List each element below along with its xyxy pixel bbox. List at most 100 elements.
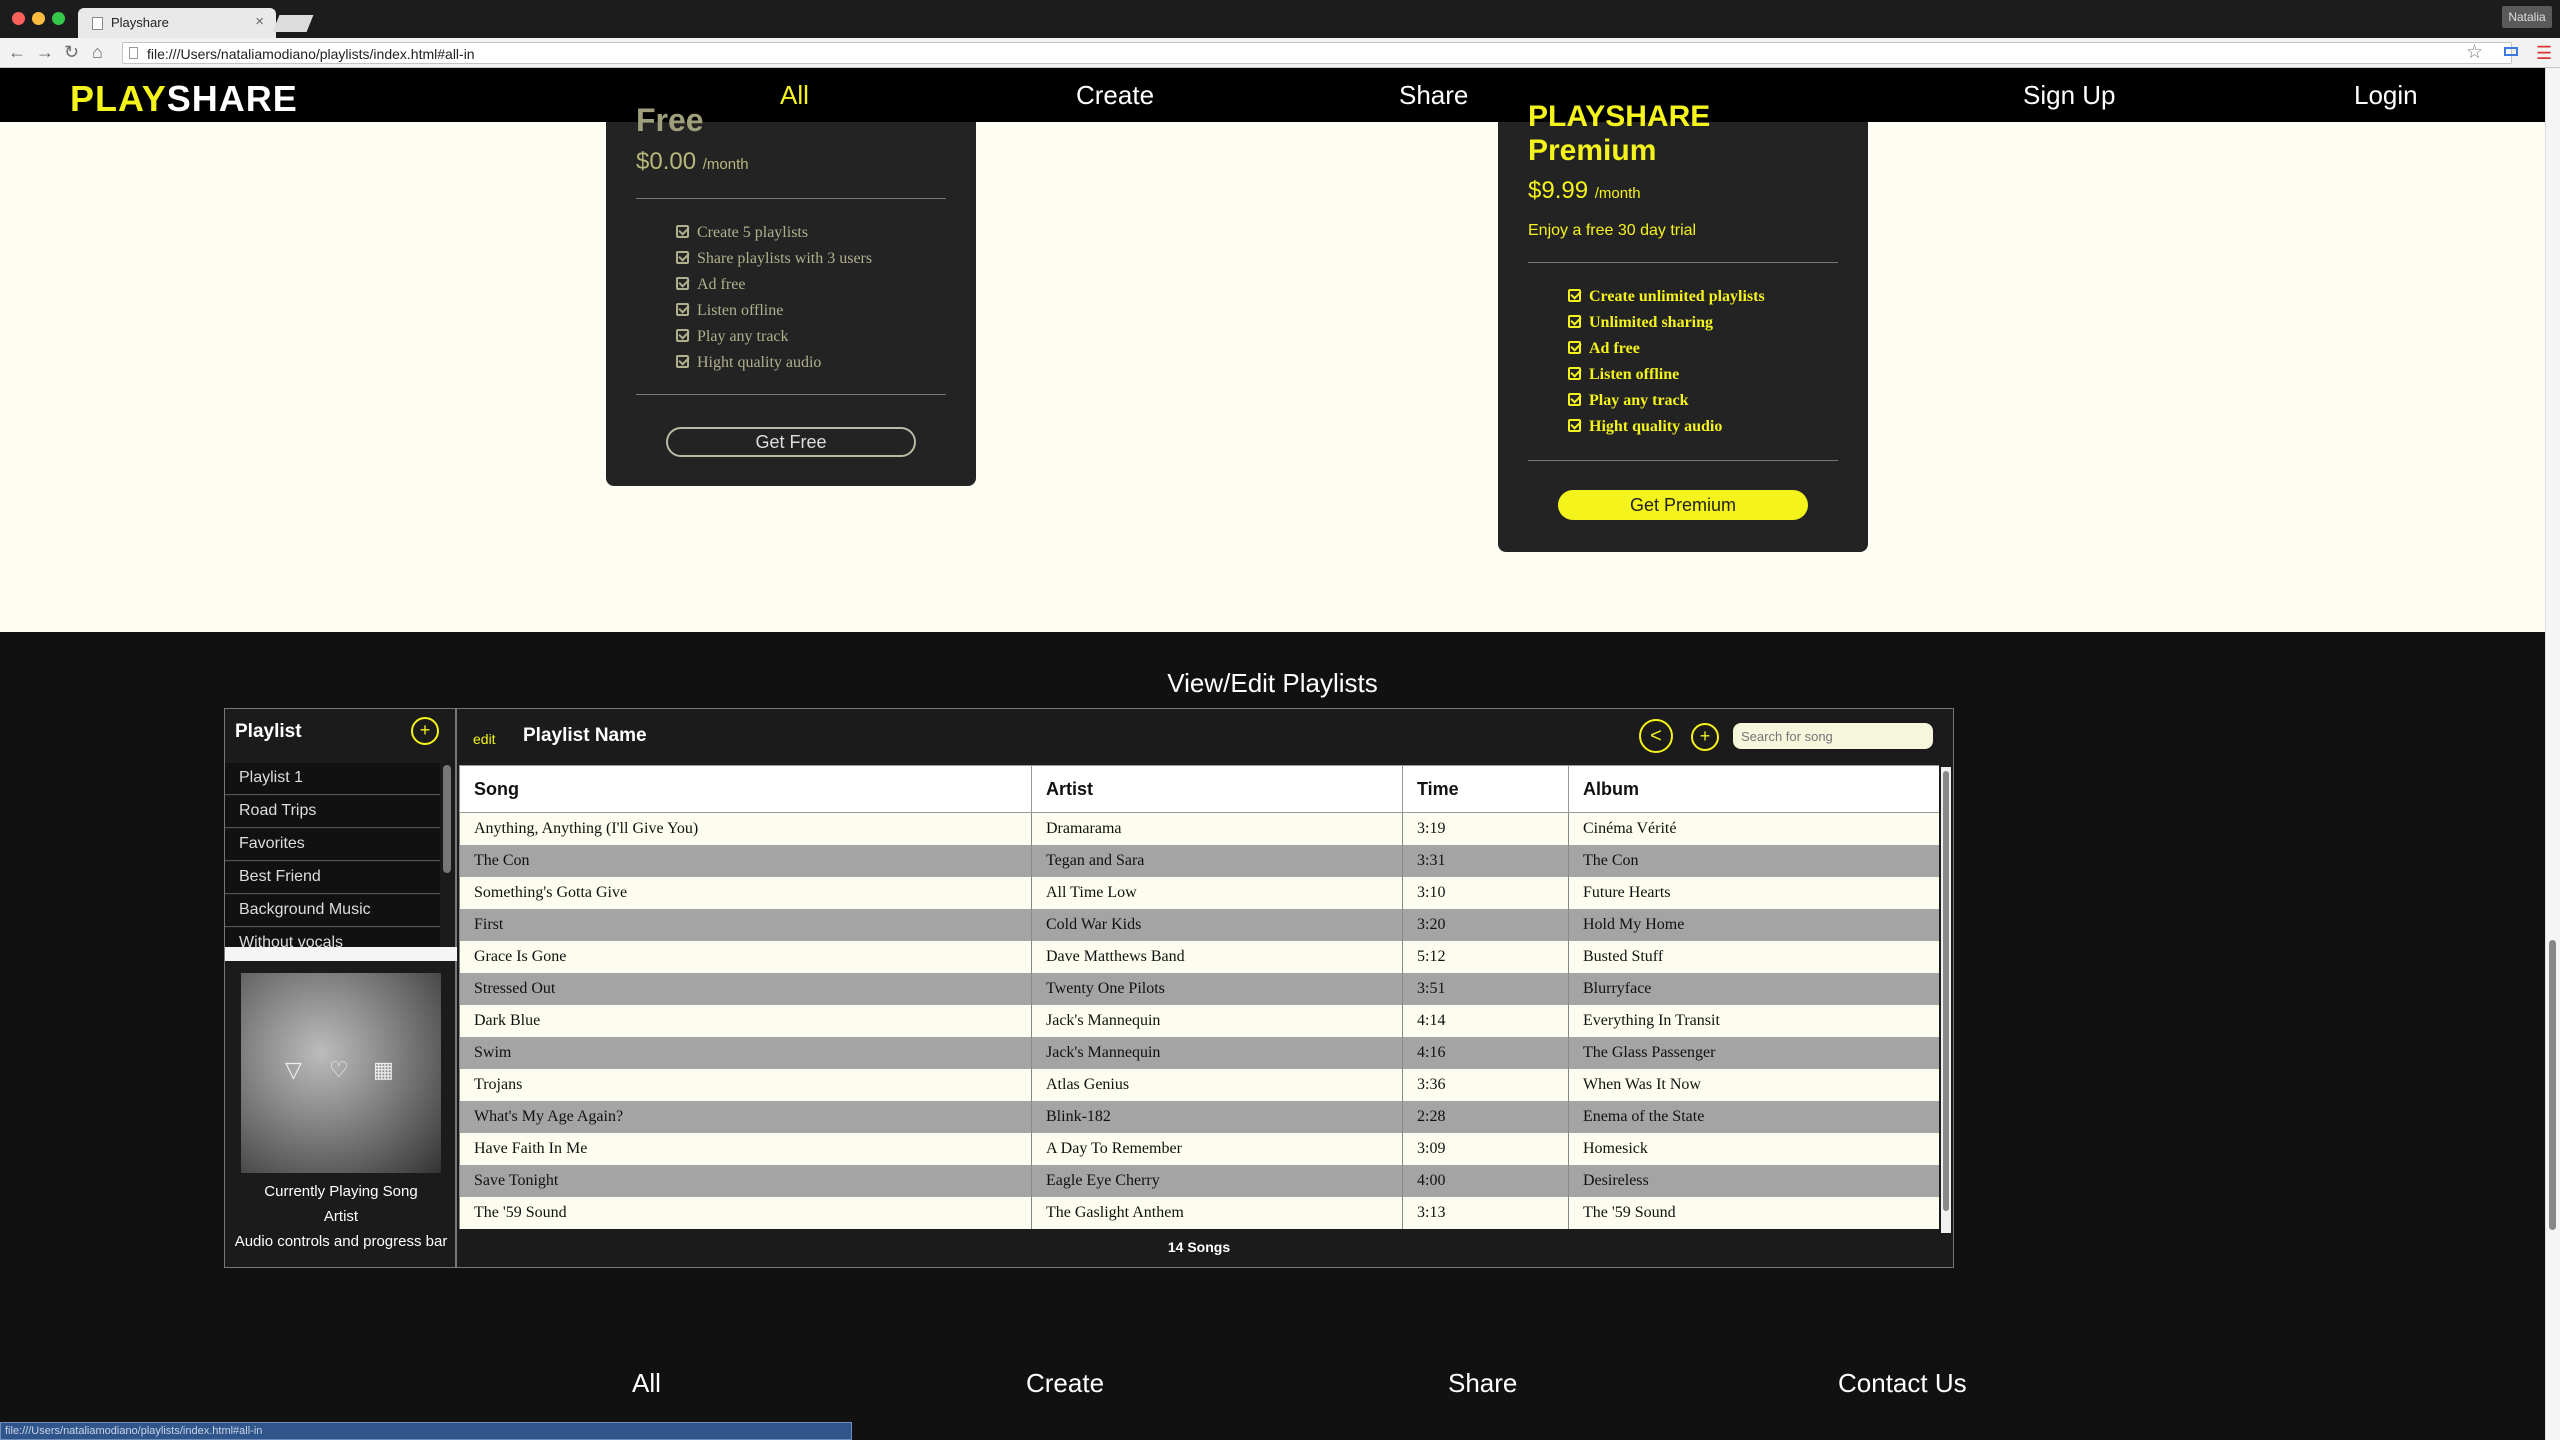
pricing-section: Free $0.00 /month Create 5 playlists Sha… (0, 100, 2545, 632)
sidebar-item-best-friend[interactable]: Best Friend (225, 862, 440, 894)
nav-create[interactable]: Create (1076, 80, 1154, 111)
table-cell: 3:10 (1402, 877, 1569, 909)
table-row[interactable]: Swim Jack's Mannequin 4:16 The Glass Passen… (459, 1037, 1939, 1069)
reload-icon[interactable]: ↻ (64, 42, 79, 63)
table-row[interactable]: The Con Tegan and Sara 3:31 The Con (459, 845, 1939, 877)
sidebar-item-without-vocals[interactable]: Without vocals (225, 928, 440, 949)
table-row[interactable]: Trojans Atlas Genius 3:36 When Was It Now (459, 1069, 1939, 1101)
back-icon[interactable]: ← (8, 42, 26, 63)
table-row[interactable]: Something's Gotta Give All Time Low 3:10 Fu… (459, 877, 1939, 909)
page-scrollbar-thumb[interactable] (2549, 940, 2556, 1230)
table-row[interactable]: Dark Blue Jack's Mannequin 4:14 Everything … (459, 1005, 1939, 1037)
nav-sign-up[interactable]: Sign Up (2023, 80, 2116, 111)
playlist-list[interactable]: Playlist 1 Road Trips Favorites Best Fri… (225, 763, 440, 949)
table-row[interactable]: Grace Is Gone Dave Matthews Band 5:12 Buste… (459, 941, 1939, 973)
table-cell: Desireless (1568, 1165, 1939, 1197)
nav-login[interactable]: Login (2354, 80, 2418, 111)
title-line: PLAYSHARE (1528, 100, 1711, 133)
sidebar-scrollbar[interactable] (443, 765, 451, 873)
feature-item: Ad free (1568, 340, 1640, 358)
trial-note: Enjoy a free 30 day trial (1528, 222, 1697, 239)
table-row[interactable]: The '59 Sound The Gaslight Anthem 3:13 The … (459, 1197, 1939, 1229)
table-cell: What's My Age Again? (459, 1101, 1032, 1133)
new-tab-button[interactable] (272, 15, 314, 32)
box-icon: ▦ (373, 1057, 394, 1082)
table-cell: Anything, Anything (I'll Give You) (459, 812, 1032, 845)
sidebar-item-playlist-1[interactable]: Playlist 1 (225, 763, 440, 795)
table-cell: 3:36 (1402, 1069, 1569, 1101)
forward-icon[interactable]: → (36, 42, 54, 63)
page-scrollbar[interactable] (2545, 68, 2560, 1440)
column-header-album[interactable]: Album (1568, 765, 1939, 813)
logo[interactable]: PLAYSHARE (70, 78, 298, 120)
checkbox-icon (676, 251, 689, 264)
price-period: /month (702, 156, 749, 173)
table-cell: 4:16 (1402, 1037, 1569, 1069)
feature-item: Hight quality audio (1568, 418, 1722, 436)
feature-item: Play any track (676, 328, 789, 346)
home-icon[interactable]: ⌂ (92, 42, 103, 63)
share-icon[interactable]: < (1639, 719, 1673, 753)
logo-play: PLAY (70, 78, 167, 119)
address-bar[interactable]: file:///Users/nataliamodiano/playlists/i… (122, 42, 2512, 64)
songs-table-wrap: Song Artist Time Album Anything, Anythin… (459, 765, 1939, 1235)
divider (1528, 262, 1838, 263)
album-art: ▽ ♡ ▦ (241, 973, 441, 1173)
tab-close-icon[interactable]: × (255, 13, 264, 30)
column-header-time[interactable]: Time (1402, 765, 1569, 813)
table-row[interactable]: What's My Age Again? Blink-182 2:28 Enema o… (459, 1101, 1939, 1133)
minimize-window-icon[interactable] (32, 12, 45, 25)
url-text: file:///Users/nataliamodiano/playlists/i… (147, 46, 475, 62)
table-cell: 3:09 (1402, 1133, 1569, 1165)
menu-icon[interactable]: ☰ (2536, 43, 2552, 64)
table-row[interactable]: First Cold War Kids 3:20 Hold My Home (459, 909, 1939, 941)
close-window-icon[interactable] (12, 12, 25, 25)
sidebar-item-road-trips[interactable]: Road Trips (225, 796, 440, 828)
sidebar-item-background-music[interactable]: Background Music (225, 895, 440, 927)
table-row[interactable]: Save Tonight Eagle Eye Cherry 4:00 Desirele… (459, 1165, 1939, 1197)
table-scrollbar-thumb[interactable] (1943, 771, 1949, 1211)
footer-link-share[interactable]: Share (1448, 1368, 1517, 1399)
table-row[interactable]: Anything, Anything (I'll Give You) Dramar… (459, 812, 1939, 845)
section-heading: View/Edit Playlists (1167, 668, 1378, 698)
checkbox-icon (1568, 419, 1581, 432)
table-cell: First (459, 909, 1032, 941)
checkbox-icon (676, 303, 689, 316)
table-cell: Swim (459, 1037, 1032, 1069)
songs-table: Song Artist Time Album Anything, Anythin… (459, 765, 1939, 1229)
edit-link[interactable]: edit (473, 731, 496, 747)
footer-link-create[interactable]: Create (1026, 1368, 1104, 1399)
checkbox-icon (676, 329, 689, 342)
maximize-window-icon[interactable] (52, 12, 65, 25)
premium-plan-title: PLAYSHARE Premium (1528, 100, 1710, 168)
add-song-icon[interactable]: + (1691, 723, 1719, 751)
table-cell: The Glass Passenger (1568, 1037, 1939, 1069)
get-premium-button[interactable]: Get Premium (1558, 490, 1808, 520)
now-playing-song: Currently Playing Song (264, 1183, 418, 1200)
sidebar-divider (225, 947, 457, 961)
table-cell: Something's Gotta Give (459, 877, 1032, 909)
table-row[interactable]: Have Faith In Me A Day To Remember 3:09 Hom… (459, 1133, 1939, 1165)
table-cell: The Gaslight Anthem (1031, 1197, 1403, 1229)
audio-controls[interactable]: Audio controls and progress bar (225, 1233, 457, 1250)
table-cell: Future Hearts (1568, 877, 1939, 909)
sidebar-item-favorites[interactable]: Favorites (225, 829, 440, 861)
feature-item: Create unlimited playlists (1568, 288, 1765, 306)
window-icon[interactable] (2504, 47, 2518, 56)
column-header-artist[interactable]: Artist (1031, 765, 1403, 813)
search-input[interactable] (1733, 723, 1933, 749)
footer-link-all[interactable]: All (632, 1368, 661, 1399)
bookmark-star-icon[interactable]: ☆ (2466, 41, 2483, 64)
nav-all[interactable]: All (780, 80, 809, 111)
table-cell: 3:31 (1402, 845, 1569, 877)
footer-link-contact-us[interactable]: Contact Us (1838, 1368, 1967, 1399)
logo-share: SHARE (166, 78, 298, 119)
nav-share[interactable]: Share (1399, 80, 1468, 111)
feature-item: Share playlists with 3 users (676, 250, 872, 268)
profile-button[interactable]: Natalia (2502, 6, 2552, 28)
table-row[interactable]: Stressed Out Twenty One Pilots 3:51 Blurryf… (459, 973, 1939, 1005)
browser-tab[interactable]: Playshare × (78, 8, 276, 38)
column-header-song[interactable]: Song (459, 765, 1032, 813)
add-playlist-icon[interactable]: + (411, 717, 439, 745)
get-free-button[interactable]: Get Free (666, 427, 916, 457)
